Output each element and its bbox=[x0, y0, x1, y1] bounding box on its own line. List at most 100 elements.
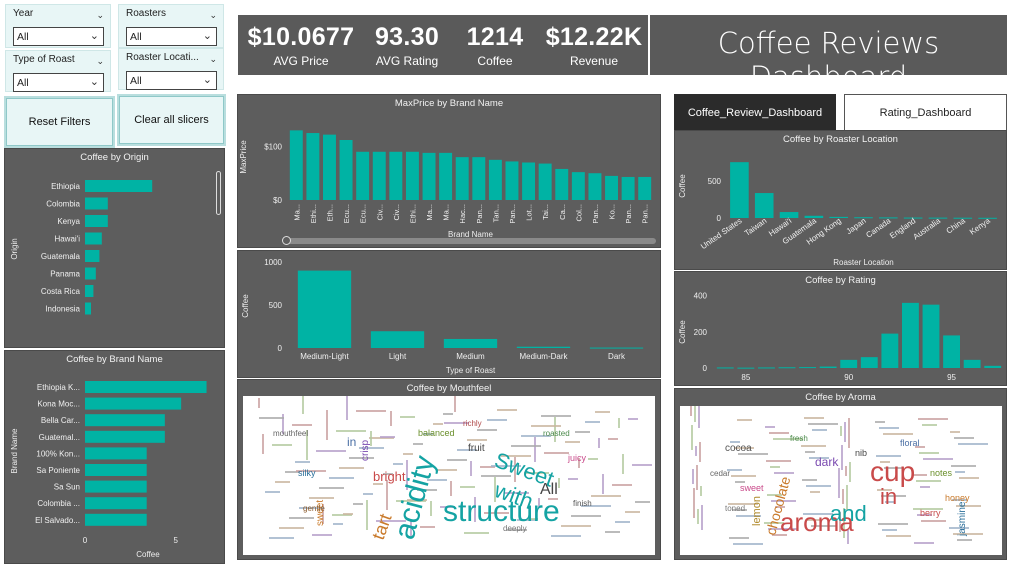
category-label: Ecu... bbox=[359, 204, 368, 223]
year-dropdown[interactable]: All ⌄ bbox=[13, 27, 104, 46]
cloud-word: balanced bbox=[418, 428, 455, 438]
filler-word bbox=[700, 486, 702, 496]
category-label: Ko... bbox=[608, 204, 617, 219]
tab-coffee-review[interactable]: Coffee_Review_Dashboard bbox=[674, 94, 836, 132]
bar bbox=[455, 157, 469, 200]
cloud-word: in bbox=[880, 484, 897, 509]
category-label: Hac... bbox=[458, 204, 467, 224]
kpi-avg-price: $10.0677 AVG Price bbox=[238, 15, 364, 75]
cloud-word: dark bbox=[815, 455, 839, 469]
cloud-word: and bbox=[830, 501, 867, 526]
scrollbar[interactable] bbox=[216, 171, 221, 215]
tick-label: $0 bbox=[273, 196, 282, 205]
filler-word bbox=[585, 421, 600, 423]
mouthfeel-wordcloud: acidity structureSweetwithtartinbrightAll… bbox=[258, 387, 652, 543]
axis-label: Coffee bbox=[678, 174, 687, 198]
bar bbox=[638, 176, 652, 200]
category-label: Tan... bbox=[491, 204, 500, 222]
aroma-wordcloud: cupinaromaandchocolatecocoadarkfloralswe… bbox=[690, 398, 988, 545]
mouthfeel-panel: Coffee by Mouthfeel acidity structure Swee… bbox=[237, 379, 661, 560]
filler-word bbox=[598, 438, 600, 448]
bar bbox=[85, 397, 182, 410]
bar bbox=[881, 333, 899, 368]
category-label: Colombia ... bbox=[37, 499, 80, 508]
reset-filters-button[interactable]: Reset Filters bbox=[4, 96, 115, 148]
category-label: Pan... bbox=[508, 204, 517, 224]
filler-word bbox=[806, 485, 831, 487]
category-label: Lot... bbox=[525, 204, 534, 221]
category-label: Pan... bbox=[641, 204, 650, 224]
roaster-location-dropdown[interactable]: All ⌄ bbox=[126, 71, 217, 90]
filler-word bbox=[844, 422, 846, 442]
cloud-word: tart bbox=[368, 511, 396, 542]
origin-chart: Ethiopia Colombia Kenya Hawai'i Guatemala Pan… bbox=[10, 180, 153, 315]
category-label: El Salvado... bbox=[35, 516, 80, 525]
filler-word bbox=[333, 523, 343, 525]
filler-word bbox=[737, 419, 752, 421]
bar bbox=[339, 140, 353, 200]
filler-word bbox=[769, 432, 789, 434]
roasters-dropdown[interactable]: All ⌄ bbox=[126, 27, 217, 46]
chevron-down-icon[interactable]: ⌄ bbox=[209, 10, 217, 21]
filler-word bbox=[544, 452, 569, 454]
filler-word bbox=[883, 433, 913, 435]
chevron-down-icon: ⌄ bbox=[202, 74, 212, 86]
roaster-location-slicer[interactable]: Roaster Locati... ⌄ All ⌄ bbox=[118, 48, 224, 90]
filler-word bbox=[302, 394, 304, 414]
bar bbox=[516, 346, 571, 348]
bar bbox=[799, 367, 817, 369]
scroll-handle[interactable] bbox=[282, 236, 291, 245]
filler-word bbox=[691, 425, 693, 450]
filler-word bbox=[848, 418, 850, 448]
filler-word bbox=[628, 418, 638, 420]
filler-word bbox=[561, 525, 591, 527]
filler-word bbox=[886, 535, 911, 537]
filler-word bbox=[692, 469, 694, 484]
filler-word bbox=[918, 418, 948, 420]
filler-word bbox=[541, 415, 571, 417]
filler-word bbox=[259, 417, 284, 419]
chevron-down-icon: ⌄ bbox=[89, 30, 99, 42]
tab-rating-dashboard[interactable]: Rating_Dashboard bbox=[844, 94, 1007, 132]
chevron-down-icon[interactable]: ⌄ bbox=[96, 10, 104, 21]
tick-label: 95 bbox=[947, 373, 956, 382]
cloud-word: berry bbox=[920, 508, 941, 518]
roast-panel: Medium-Light Light Medium Medium-Dark Dark 0 5… bbox=[237, 250, 661, 378]
horizontal-scrollbar[interactable] bbox=[284, 238, 656, 244]
bar bbox=[588, 173, 602, 200]
bar bbox=[804, 215, 824, 218]
filler-word bbox=[729, 537, 749, 539]
filler-word bbox=[697, 509, 699, 524]
roasters-slicer[interactable]: Roasters ⌄ All ⌄ bbox=[118, 4, 224, 48]
bar bbox=[571, 172, 585, 200]
filler-word bbox=[765, 426, 775, 428]
category-label: Ethiopia bbox=[51, 182, 80, 191]
cloud-word: jasmine bbox=[957, 501, 968, 537]
clear-slicers-button[interactable]: Clear all slicers bbox=[117, 94, 226, 146]
bar bbox=[323, 134, 336, 200]
filler-word bbox=[694, 402, 696, 422]
year-slicer[interactable]: Year ⌄ All ⌄ bbox=[5, 4, 111, 48]
roast-type-dropdown[interactable]: All ⌄ bbox=[13, 73, 104, 92]
bar bbox=[85, 267, 96, 280]
axis-label: Type of Roast bbox=[446, 366, 496, 375]
bar bbox=[778, 367, 796, 369]
bar bbox=[840, 359, 858, 368]
filler-word bbox=[804, 417, 824, 419]
filler-word bbox=[635, 501, 650, 503]
filler-word bbox=[275, 481, 290, 483]
cloud-word: crisp bbox=[360, 439, 371, 461]
chevron-down-icon[interactable]: ⌄ bbox=[209, 54, 217, 65]
filler-word bbox=[696, 465, 698, 490]
filler-word bbox=[812, 429, 827, 431]
roaster-location-dropdown-value: All bbox=[130, 75, 142, 87]
filler-word bbox=[400, 416, 415, 418]
cloud-word: bright bbox=[373, 469, 406, 484]
cloud-word: cup bbox=[870, 456, 915, 487]
kpi-label: AVG Price bbox=[273, 54, 329, 68]
filler-word bbox=[695, 446, 697, 456]
category-label: Dark bbox=[608, 352, 626, 361]
chevron-down-icon[interactable]: ⌄ bbox=[96, 56, 104, 67]
roast-type-slicer[interactable]: Type of Roast ⌄ All ⌄ bbox=[5, 50, 111, 92]
filler-word bbox=[258, 398, 260, 408]
